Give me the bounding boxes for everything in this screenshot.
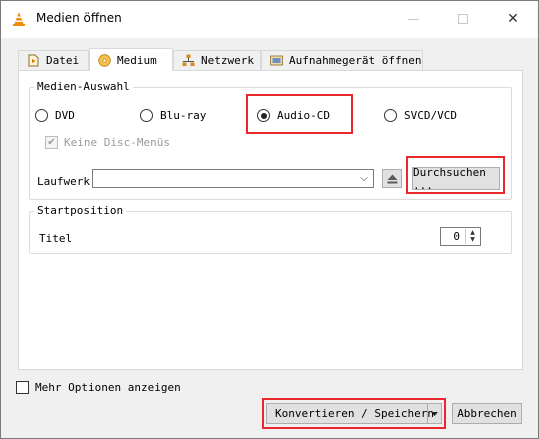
start-position-group: Startposition Titel 0 ▲ ▼ bbox=[29, 204, 512, 254]
spin-down-icon[interactable]: ▼ bbox=[466, 237, 479, 245]
radio-bluray-indicator[interactable] bbox=[140, 109, 153, 122]
window-title: Medien öffnen bbox=[36, 11, 122, 25]
radio-dvd-label: DVD bbox=[55, 109, 75, 122]
cancel-button-label: Abbrechen bbox=[457, 407, 517, 420]
maximize-icon bbox=[458, 14, 468, 24]
start-position-title: Startposition bbox=[34, 204, 127, 217]
media-selection-group: Medien-Auswahl DVD Blu-ray Audio-CD SVCD… bbox=[29, 80, 512, 200]
check-icon[interactable]: ✔ bbox=[45, 136, 58, 149]
radio-audio-cd-indicator[interactable] bbox=[257, 109, 270, 122]
radio-bluray[interactable]: Blu-ray bbox=[140, 109, 206, 122]
title-spinbox-value: 0 bbox=[453, 230, 460, 243]
browse-button[interactable]: Durchsuchen ... bbox=[412, 165, 500, 192]
tab-capture-device-label: Aufnahmegerät öffnen bbox=[289, 54, 422, 67]
no-disc-menus-label: Keine Disc-Menüs bbox=[64, 136, 170, 149]
eject-button[interactable] bbox=[382, 169, 402, 188]
radio-svcd-vcd-label: SVCD/VCD bbox=[404, 109, 457, 122]
tab-file-label: Datei bbox=[46, 54, 80, 67]
convert-save-button[interactable]: Konvertieren / Speichern bbox=[266, 403, 442, 424]
dropdown-arrow-icon bbox=[431, 411, 438, 416]
radio-bluray-label: Blu-ray bbox=[160, 109, 207, 122]
more-options-check-indicator[interactable] bbox=[16, 381, 29, 394]
title-number-label: Titel bbox=[39, 232, 73, 245]
radio-svcd-vcd-indicator[interactable] bbox=[384, 109, 397, 122]
no-disc-menus-checkbox[interactable]: ✔ Keine Disc-Menüs bbox=[45, 136, 170, 149]
radio-dvd-indicator[interactable] bbox=[35, 109, 48, 122]
convert-save-dropdown[interactable] bbox=[427, 404, 441, 423]
close-button[interactable]: ✕ bbox=[493, 5, 533, 33]
close-icon: ✕ bbox=[507, 11, 519, 27]
tab-disc[interactable]: Medium bbox=[89, 48, 173, 71]
open-media-dialog: Medien öffnen ✕ Datei Medium Netzwerk Au… bbox=[0, 0, 539, 439]
tab-network[interactable]: Netzwerk bbox=[173, 50, 261, 70]
tab-disc-label: Medium bbox=[117, 53, 157, 67]
spinbox-arrows[interactable]: ▲ ▼ bbox=[465, 229, 479, 244]
tab-file[interactable]: Datei bbox=[18, 50, 89, 70]
file-icon bbox=[28, 54, 39, 67]
media-selection-title: Medien-Auswahl bbox=[34, 80, 133, 93]
title-spinbox[interactable]: 0 ▲ ▼ bbox=[440, 227, 481, 246]
network-icon bbox=[182, 54, 195, 66]
chevron-down-icon: ⌵ bbox=[360, 173, 368, 184]
drive-label: Laufwerk bbox=[37, 175, 90, 188]
disc-tab-panel: Medien-Auswahl DVD Blu-ray Audio-CD SVCD… bbox=[18, 70, 523, 370]
convert-save-label: Konvertieren / Speichern bbox=[275, 407, 434, 420]
capture-device-icon bbox=[270, 55, 283, 66]
disc-icon bbox=[98, 53, 111, 67]
radio-audio-cd[interactable]: Audio-CD bbox=[257, 109, 330, 122]
vlc-cone-icon bbox=[13, 12, 25, 26]
minimize-icon bbox=[407, 18, 419, 20]
more-options-checkbox[interactable]: Mehr Optionen anzeigen bbox=[16, 381, 181, 394]
eject-icon bbox=[387, 174, 397, 183]
maximize-button[interactable] bbox=[443, 5, 483, 33]
radio-svcd-vcd[interactable]: SVCD/VCD bbox=[384, 109, 457, 122]
tab-network-label: Netzwerk bbox=[201, 54, 254, 67]
cancel-button[interactable]: Abbrechen bbox=[452, 403, 522, 424]
drive-combobox[interactable]: ⌵ bbox=[92, 169, 374, 188]
browse-button-label: Durchsuchen ... bbox=[413, 165, 486, 192]
tab-capture-device[interactable]: Aufnahmegerät öffnen bbox=[261, 50, 423, 70]
title-bar: Medien öffnen ✕ bbox=[1, 1, 538, 38]
more-options-label: Mehr Optionen anzeigen bbox=[35, 381, 181, 394]
minimize-button[interactable] bbox=[393, 5, 433, 33]
radio-audio-cd-label: Audio-CD bbox=[277, 109, 330, 122]
radio-dvd[interactable]: DVD bbox=[35, 109, 75, 122]
